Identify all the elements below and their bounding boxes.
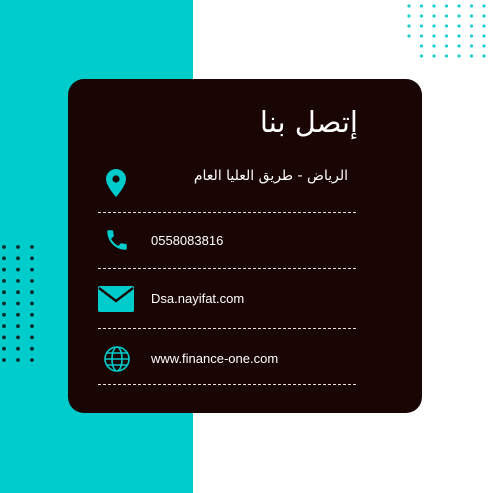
email-address: Dsa.nayifat.com [151, 291, 245, 306]
website-row: www.finance-one.com [98, 344, 356, 374]
phone-icon [107, 230, 127, 250]
decorative-dot [2, 256, 6, 261]
decorative-dot [407, 24, 411, 28]
decorative-dot [432, 54, 436, 58]
decorative-dot [30, 312, 34, 317]
decorative-dot [2, 267, 6, 272]
decorative-dot [482, 44, 486, 48]
contact-card: إتصل بنا الرياض - طريق العليا العام 0558… [68, 79, 422, 413]
decorative-dot [482, 4, 486, 8]
location-pin-icon [106, 169, 126, 197]
decorative-dot [2, 324, 6, 328]
decorative-dot [444, 24, 449, 28]
decorative-dot [30, 256, 34, 261]
decorative-dot [469, 4, 474, 8]
decorative-dot [482, 54, 486, 58]
decorative-dot [16, 290, 20, 295]
decorative-dot [419, 4, 424, 8]
decorative-dot [444, 14, 449, 18]
decorative-dot [16, 324, 20, 328]
decorative-dot [457, 54, 461, 58]
decorative-dot [482, 34, 486, 38]
decorative-dot [419, 14, 424, 18]
decorative-dot [432, 44, 436, 48]
phone-row: 0558083816 [98, 225, 356, 255]
divider-2 [98, 268, 356, 269]
envelope-icon [98, 286, 134, 312]
decorative-dot [2, 290, 6, 295]
decorative-dot [432, 14, 436, 18]
decorative-dot [30, 267, 34, 272]
decorative-dot [2, 358, 6, 362]
decorative-dot [2, 245, 6, 249]
decorative-dot [432, 4, 436, 8]
decorative-dot [432, 24, 436, 28]
decorative-dot [419, 54, 424, 58]
phone-number: 0558083816 [151, 233, 224, 248]
decorative-dot [407, 4, 411, 8]
address-row: الرياض - طريق العليا العام [98, 167, 356, 207]
decorative-dot [16, 256, 20, 261]
decorative-dot [457, 14, 461, 18]
decorative-dot [30, 335, 34, 340]
decorative-dot [16, 346, 20, 351]
decorative-dot [444, 44, 449, 48]
decorative-dot [16, 312, 20, 317]
decorative-dot [2, 335, 6, 340]
decorative-dot [16, 335, 20, 340]
decorative-dot [469, 24, 474, 28]
decorative-dot [2, 301, 6, 306]
decorative-dot [30, 301, 34, 306]
decorative-dot [407, 14, 411, 18]
decorative-dot [16, 279, 20, 283]
decorative-dot [419, 24, 424, 28]
decorative-dot [432, 34, 436, 38]
address-text: الرياض - طريق العليا العام [193, 168, 348, 184]
decorative-dot [469, 34, 474, 38]
decorative-dot [30, 346, 34, 351]
decorative-dot [2, 312, 6, 317]
decorative-dot [457, 34, 461, 38]
decorative-dots-left [2, 245, 34, 362]
decorative-dots-top-right [407, 4, 486, 58]
decorative-dot [419, 44, 424, 48]
decorative-dot [457, 4, 461, 8]
decorative-dot [469, 14, 474, 18]
decorative-dot [444, 54, 449, 58]
decorative-dot [457, 44, 461, 48]
decorative-dot [419, 34, 424, 38]
email-row: Dsa.nayifat.com [98, 284, 356, 314]
decorative-dot [2, 279, 6, 283]
decorative-dot [30, 324, 34, 328]
globe-icon [104, 346, 130, 372]
decorative-dot [407, 34, 411, 38]
decorative-dot [16, 301, 20, 306]
decorative-dot [16, 245, 20, 249]
divider-3 [98, 328, 356, 329]
website-url: www.finance-one.com [151, 351, 279, 366]
decorative-dot [457, 24, 461, 28]
decorative-dot [30, 290, 34, 295]
decorative-dot [16, 267, 20, 272]
decorative-dot [30, 279, 34, 283]
divider-1 [98, 212, 356, 213]
divider-4 [98, 384, 356, 385]
decorative-dot [16, 358, 20, 362]
decorative-dot [30, 245, 34, 249]
decorative-dot [444, 4, 449, 8]
decorative-dot [469, 44, 474, 48]
decorative-dot [444, 34, 449, 38]
decorative-dot [2, 346, 6, 351]
decorative-dot [482, 14, 486, 18]
decorative-dot [469, 54, 474, 58]
decorative-dot [482, 24, 486, 28]
decorative-dot [30, 358, 34, 362]
card-title: إتصل بنا [259, 105, 358, 139]
